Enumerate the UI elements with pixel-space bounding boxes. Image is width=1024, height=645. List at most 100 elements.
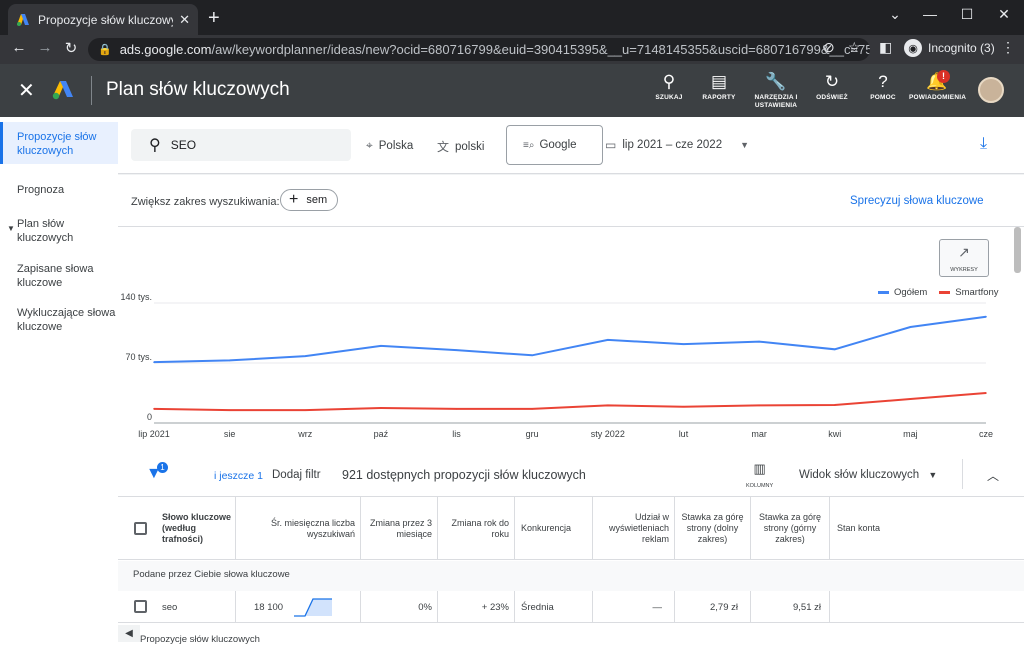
trend-sparkline (294, 598, 333, 617)
x-tick-label: cze (979, 429, 993, 439)
url-path: /aw/keywordplanner/ideas/new?ocid=680716… (211, 42, 870, 57)
dropdown-arrow-icon: ▼ (928, 470, 938, 480)
location-filter[interactable]: ⌖ Polska (366, 138, 413, 153)
col-competition[interactable]: Konkurencja (515, 497, 593, 560)
data-point-0 (985, 315, 987, 318)
sidebar-item-saved-keywords[interactable]: Zapisane słowa kluczowe (0, 262, 118, 290)
window-close-icon[interactable]: ✕ (985, 0, 1023, 28)
y-tick-label: 70 tys. (125, 352, 152, 362)
col-bid-high[interactable]: Stawka za górę strony (górny zakres) (751, 497, 830, 560)
minimize-icon[interactable]: — (911, 0, 949, 28)
help-button[interactable]: ? POMOC (855, 72, 911, 102)
data-point-1 (758, 404, 760, 407)
sidebar-item-keyword-plan[interactable]: Plan słów kluczowych (0, 217, 118, 245)
help-button-label: POMOC (870, 94, 896, 101)
incognito-indicator[interactable]: ◉ Incognito (3) (904, 39, 995, 57)
view-dropdown[interactable]: Widok słów kluczowych ▼ (799, 469, 937, 481)
page-title: Plan słów kluczowych (106, 79, 290, 100)
more-filters-link[interactable]: i jeszcze 1 (214, 470, 263, 482)
back-icon[interactable]: ← (8, 39, 30, 56)
browser-menu-icon[interactable]: ⋮ (1001, 39, 1015, 56)
col-account-status[interactable]: Stan konta (830, 497, 1024, 560)
table-row[interactable]: seo 18 100 0% + 23% Średnia — 2,79 zł 9,… (118, 591, 1024, 623)
avatar[interactable] (978, 77, 1004, 103)
data-point-0 (682, 343, 685, 345)
location-value: Polska (378, 139, 414, 152)
browser-tabstrip: Propozycje słów kluczowych - Zł ✕ + ⌄ — … (0, 0, 1024, 35)
cell-status (830, 591, 1024, 623)
data-point-1 (833, 404, 836, 406)
col-impression-share[interactable]: Udział w wyświetleniach reklam (593, 497, 675, 560)
chart-plot: 0 70 tys. 140 tys. lip 2021 sie wrz paź lis gru s… (120, 292, 993, 439)
bookmark-star-icon[interactable]: ☆ (848, 39, 861, 56)
eye-off-icon[interactable]: ⊘ (823, 39, 835, 56)
col-change-yoy[interactable]: Zmiana rok do roku (438, 497, 515, 560)
col-bid-low[interactable]: Stawka za górę strony (dolny zakres) (675, 497, 751, 560)
x-tick-label: wrz (297, 429, 312, 439)
series-line-0 (153, 315, 987, 364)
sidebar-item-forecast[interactable]: Prognoza (0, 183, 118, 197)
table-toolbar: ▼ 1 i jeszcze 1 Dodaj filtr 921 dostępny… (118, 453, 1024, 497)
broaden-search-bar: Zwiększ zakres wyszukiwania: + sem Sprec… (118, 175, 1024, 227)
google-ads-logo-icon[interactable] (52, 80, 74, 100)
notification-badge: ! (937, 70, 950, 83)
new-tab-icon[interactable]: + (208, 8, 220, 28)
col-avg-searches[interactable]: Śr. miesięczna liczba wyszukiwań (236, 497, 361, 560)
reports-icon: ▤ (710, 72, 728, 91)
download-icon[interactable]: ⤓ (980, 135, 987, 153)
x-tick-label: lis (452, 429, 461, 439)
x-tick-label: maj (903, 429, 918, 439)
tools-button[interactable]: 🔧 NARZĘDZIA I USTAWIENIA (748, 72, 804, 110)
notifications-button[interactable]: 🔔 ! POWIADOMIENIA (909, 70, 967, 102)
data-point-0 (531, 354, 533, 357)
x-tick-label: mar (751, 429, 767, 439)
add-filter-button[interactable]: Dodaj filtr (272, 469, 321, 481)
reload-icon[interactable]: ↻ (60, 39, 82, 57)
date-range-filter[interactable]: ▭ lip 2021 – cze 2022 ▼ (605, 138, 749, 152)
location-pin-icon: ⌖ (366, 138, 373, 152)
main-content: ⚲ SEO ⌖ Polska 文 polski ≡⌕ Google ▭ lip … (118, 117, 1024, 645)
collapse-chevron-up-icon[interactable]: ︿ (987, 467, 999, 484)
maximize-icon[interactable]: ☐ (948, 0, 986, 28)
col-keyword[interactable]: Słowo kluczowe (według trafności) (118, 497, 236, 560)
sidebar-item-negative-keywords[interactable]: Wykluczające słowa kluczowe (0, 306, 118, 334)
forward-icon[interactable]: → (34, 39, 56, 56)
close-icon[interactable]: ✕ (18, 78, 35, 103)
tab-close-icon[interactable]: ✕ (179, 12, 190, 28)
reports-button[interactable]: ▤ RAPORTY (691, 72, 747, 102)
google-ads-favicon-icon (17, 13, 29, 26)
data-point-1 (304, 409, 307, 411)
keyword-table-card: ▼ 1 i jeszcze 1 Dodaj filtr 921 dostępny… (118, 453, 1024, 645)
columns-button[interactable]: ▥ KOLUMNY (746, 461, 773, 489)
address-bar[interactable]: 🔒 ads.google.com /aw/keywordplanner/idea… (88, 38, 870, 61)
notifications-button-label: POWIADOMIENIA (909, 94, 967, 101)
calendar-icon: ▭ (605, 138, 617, 152)
keyword-search-input[interactable]: ⚲ SEO (131, 129, 351, 161)
x-tick-label: kwi (828, 429, 841, 439)
broaden-chip-sem[interactable]: + sem (280, 189, 339, 211)
network-filter[interactable]: ≡⌕ Google (506, 125, 603, 165)
cell-keyword: seo (118, 591, 236, 623)
columns-label: KOLUMNY (746, 483, 774, 489)
x-tick-label: lut (679, 429, 689, 439)
browser-tab[interactable]: Propozycje słów kluczowych - Zł ✕ (8, 4, 198, 35)
language-filter[interactable]: 文 polski (437, 138, 484, 155)
scroll-left-icon[interactable]: ◀ (118, 625, 140, 642)
incognito-label: Incognito (3) (928, 41, 995, 55)
search-button[interactable]: ⚲ SZUKAJ (641, 72, 697, 102)
data-point-0 (304, 355, 307, 357)
sidebar-item-keyword-ideas[interactable]: Propozycje słów kluczowych (0, 122, 118, 164)
ads-header: ✕ Plan słów kluczowych ⚲ SZUKAJ ▤ RAPORT… (0, 64, 1024, 117)
col-change-3m[interactable]: Zmiana przez 3 miesiące (361, 497, 438, 560)
dropdown-arrow-icon: ▼ (740, 140, 750, 150)
sidepanel-icon[interactable]: ◧ (879, 39, 892, 56)
cell-searches-wrap: 18 100 (236, 591, 361, 623)
refine-keywords-link[interactable]: Sprecyzuj słowa kluczowe (850, 195, 984, 207)
tab-search-chevron-icon[interactable]: ⌄ (876, 0, 914, 28)
data-point-0 (228, 359, 231, 362)
search-icon: ⚲ (149, 137, 161, 154)
x-tick-label: paź (374, 429, 389, 439)
refresh-button[interactable]: ↻ ODŚWIEŻ (804, 72, 860, 102)
toolbar-divider (962, 459, 963, 489)
reports-button-label: RAPORTY (702, 94, 736, 101)
